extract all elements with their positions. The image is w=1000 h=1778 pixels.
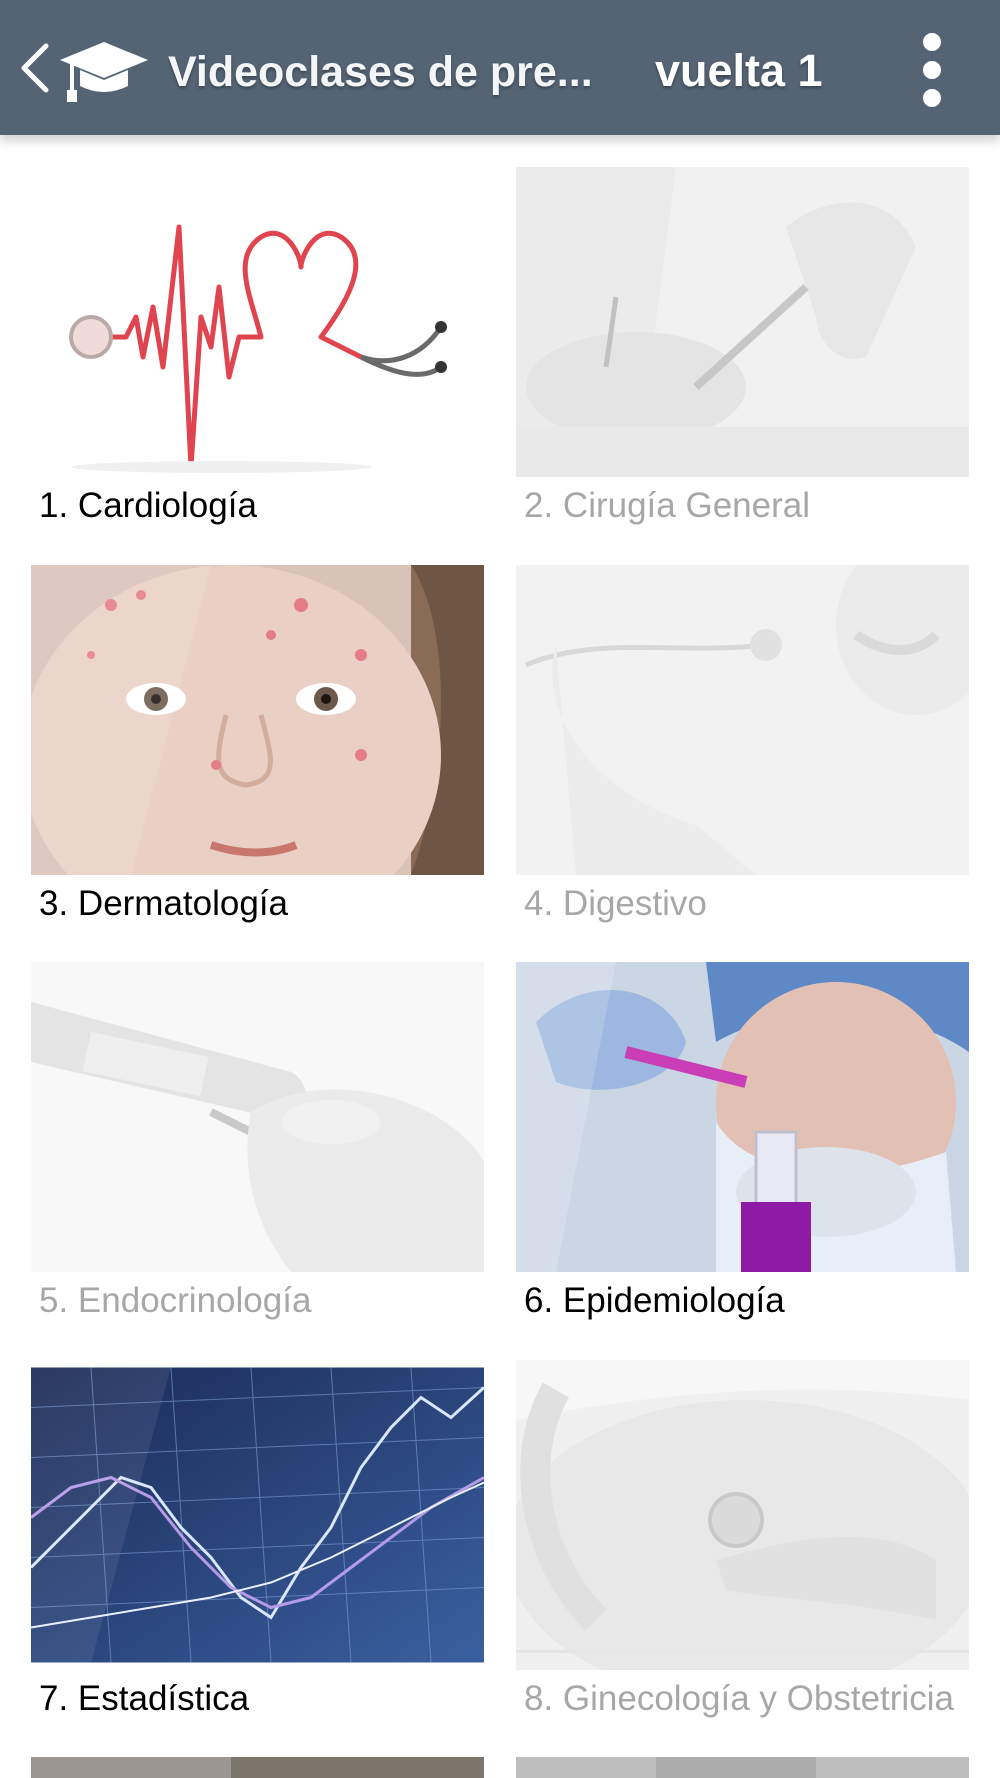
course-grid: 1. Cardiología 2. Cirugía General 3. Der… bbox=[0, 135, 1000, 1778]
tile-next-partial-right[interactable] bbox=[516, 1757, 969, 1778]
back-arrow-icon bbox=[21, 43, 49, 93]
tile-label: 6. Epidemiología bbox=[524, 1281, 785, 1320]
tile-label: 4. Digestivo bbox=[524, 884, 707, 923]
overflow-menu-button[interactable] bbox=[910, 30, 954, 110]
statistics-image bbox=[31, 1360, 484, 1670]
surgery-image bbox=[516, 167, 969, 477]
back-button[interactable] bbox=[14, 38, 58, 98]
more-vert-icon bbox=[923, 33, 941, 107]
partial-image bbox=[31, 1757, 484, 1778]
tile-label: 1. Cardiología bbox=[39, 486, 257, 525]
epidemiology-image bbox=[516, 962, 969, 1272]
tile-next-partial-left[interactable] bbox=[31, 1757, 484, 1778]
digestive-image bbox=[516, 565, 969, 875]
endocrinology-image bbox=[31, 962, 484, 1272]
tile-label: 3. Dermatología bbox=[39, 884, 289, 923]
tile-label: 2. Cirugía General bbox=[524, 486, 810, 525]
graduation-cap-icon bbox=[58, 36, 150, 106]
gynecology-image bbox=[516, 1360, 969, 1670]
app-bar: Videoclases de pre... vuelta 1 bbox=[0, 0, 1000, 135]
tile-label: 8. Ginecología y Obstetricia bbox=[524, 1679, 954, 1718]
tile-label: 5. Endocrinología bbox=[39, 1281, 312, 1320]
tile-label: 7. Estadística bbox=[39, 1679, 250, 1718]
page-title: Videoclases de pre... bbox=[168, 48, 593, 96]
round-label: vuelta 1 bbox=[655, 45, 823, 96]
partial-image bbox=[516, 1757, 969, 1778]
cardiology-image bbox=[31, 167, 484, 477]
dermatology-image bbox=[31, 565, 484, 875]
